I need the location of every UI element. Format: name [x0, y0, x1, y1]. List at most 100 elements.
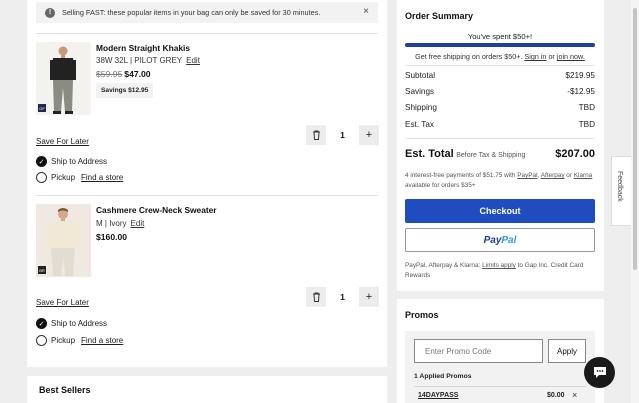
- checked-radio-icon: ✓: [36, 156, 47, 167]
- tax-row: Est. Tax TBD: [405, 120, 595, 129]
- close-icon[interactable]: ×: [363, 6, 369, 17]
- edit-link[interactable]: Edit: [131, 219, 145, 228]
- best-sellers-section: Best Sellers: [27, 376, 387, 403]
- quantity-stepper: 1 +: [306, 287, 379, 307]
- apply-promo-button[interactable]: Apply: [548, 339, 586, 363]
- sign-in-link[interactable]: Sign in: [524, 52, 546, 61]
- row-value: $219.95: [565, 71, 595, 80]
- ship-label: Ship to Address: [51, 319, 108, 328]
- alert-icon: !: [45, 7, 55, 18]
- subtotal-row: Subtotal $219.95: [405, 71, 595, 80]
- ship-to-address-option[interactable]: ✓ Ship to Address: [36, 318, 107, 329]
- best-sellers-heading: Best Sellers: [39, 385, 91, 395]
- radio-icon: [36, 172, 47, 183]
- divider: [414, 386, 586, 387]
- row-label: Savings: [405, 87, 435, 96]
- product-variant: M | Ivory Edit: [96, 219, 144, 228]
- radio-icon: [36, 335, 47, 346]
- find-store-link[interactable]: Find a store: [81, 173, 123, 182]
- product-image-sweater[interactable]: BR: [36, 204, 91, 277]
- original-price: $59.95: [96, 69, 123, 79]
- product-name[interactable]: Modern Straight Khakis: [96, 43, 190, 53]
- est-total-value: $207.00: [555, 148, 595, 160]
- row-value: TBD: [578, 103, 595, 112]
- pickup-option[interactable]: Pickup Find a store: [36, 335, 123, 346]
- brand-logo: GF: [38, 104, 46, 112]
- row-label: Est. Tax: [405, 120, 434, 129]
- divider: [36, 33, 378, 34]
- product-price: $59.95 $47.00: [96, 69, 151, 79]
- order-summary-title: Order Summary: [405, 11, 474, 21]
- plus-icon: +: [365, 129, 373, 141]
- product-name[interactable]: Cashmere Crew-Neck Sweater: [96, 205, 217, 215]
- trash-icon: [312, 130, 320, 140]
- afterpay-link[interactable]: Afterpay: [541, 172, 565, 179]
- trash-icon: [312, 292, 320, 302]
- product-image-khakis[interactable]: GF: [36, 42, 91, 115]
- quantity-value: 1: [340, 292, 345, 302]
- paypal-logo-pay: Pay: [483, 234, 502, 246]
- free-shipping-progress-bar: [405, 43, 595, 47]
- divider: [36, 195, 378, 196]
- installments-text: 4 interest-free payments of $51.75 with …: [405, 172, 593, 189]
- price: $160.00: [96, 232, 128, 242]
- plus-icon: +: [365, 291, 373, 303]
- product-variant: 38W 32L | PILOT GREY Edit: [96, 56, 200, 65]
- save-for-later-link[interactable]: Save For Later: [36, 298, 89, 307]
- divider: [405, 65, 595, 66]
- pickup-label: Pickup: [51, 173, 76, 182]
- chat-bubble-icon: [593, 367, 606, 378]
- est-total-sublabel: Before Tax & Shipping: [456, 152, 526, 159]
- paypal-logo-pal: Pal: [501, 234, 517, 246]
- urgency-notice-text: Selling FAST: these popular items in you…: [62, 8, 321, 17]
- row-label: Subtotal: [405, 71, 436, 80]
- shipping-row: Shipping TBD: [405, 103, 595, 112]
- paypal-link[interactable]: PayPal: [517, 172, 537, 179]
- checkout-button[interactable]: Checkout: [405, 199, 595, 223]
- spent-message: You've spent $50+!: [467, 32, 533, 41]
- brand-logo: BR: [38, 266, 46, 274]
- ship-label: Ship to Address: [51, 157, 108, 166]
- installments-message: 4 interest-free payments of $51.75 with: [405, 172, 516, 179]
- row-label: Shipping: [405, 103, 437, 112]
- savings-badge: Savings $12.95: [96, 83, 154, 98]
- variant-text: M | Ivory: [96, 219, 127, 228]
- find-store-link[interactable]: Find a store: [81, 336, 123, 345]
- est-total-row: Est. Total Before Tax & Shipping $207.00: [405, 148, 595, 160]
- free-shipping-message: Get free shipping on orders $50+.: [415, 52, 523, 61]
- edit-link[interactable]: Edit: [186, 56, 200, 65]
- scrollbar-thumb[interactable]: [633, 8, 637, 270]
- remove-item-button[interactable]: [306, 287, 326, 307]
- promo-code-link[interactable]: 14DAYPASS: [418, 392, 458, 399]
- variant-text: 38W 32L | PILOT GREY: [96, 56, 183, 65]
- limits-apply-link[interactable]: Limits apply: [482, 262, 516, 269]
- bnpl-disclaimer: PayPal, Afterpay & Klarna: Limits apply …: [405, 261, 595, 281]
- free-shipping-text: Get free shipping on orders $50+. Sign i…: [405, 52, 595, 61]
- savings-row: Savings -$12.95: [405, 87, 595, 96]
- urgency-notice: ! Selling FAST: these popular items in y…: [36, 2, 378, 23]
- checked-radio-icon: ✓: [36, 318, 47, 329]
- ship-to-address-option[interactable]: ✓ Ship to Address: [36, 156, 107, 167]
- est-total-label: Est. Total: [405, 148, 454, 160]
- pickup-option[interactable]: Pickup Find a store: [36, 172, 123, 183]
- row-value: -$12.95: [567, 87, 595, 96]
- promos-title: Promos: [405, 310, 439, 320]
- row-value: TBD: [578, 120, 595, 129]
- promo-code-value: $0.00: [547, 392, 565, 399]
- divider: [405, 138, 595, 139]
- remove-promo-icon[interactable]: ×: [572, 390, 577, 400]
- promo-code-input[interactable]: Enter Promo Code: [414, 339, 543, 363]
- feedback-label: Feedback: [616, 171, 623, 202]
- quantity-value: 1: [340, 130, 345, 140]
- increase-quantity-button[interactable]: +: [359, 125, 379, 145]
- klarna-link[interactable]: Klarna: [574, 172, 592, 179]
- feedback-tab[interactable]: Feedback: [611, 156, 631, 226]
- join-now-link[interactable]: join now.: [557, 52, 585, 61]
- save-for-later-link[interactable]: Save For Later: [36, 137, 89, 146]
- or-text: or: [548, 52, 555, 61]
- paypal-button[interactable]: Pay Pal: [405, 228, 595, 252]
- remove-item-button[interactable]: [306, 125, 326, 145]
- applied-promos-count: 1 Applied Promos: [414, 373, 472, 380]
- chat-button[interactable]: [584, 357, 615, 388]
- increase-quantity-button[interactable]: +: [359, 287, 379, 307]
